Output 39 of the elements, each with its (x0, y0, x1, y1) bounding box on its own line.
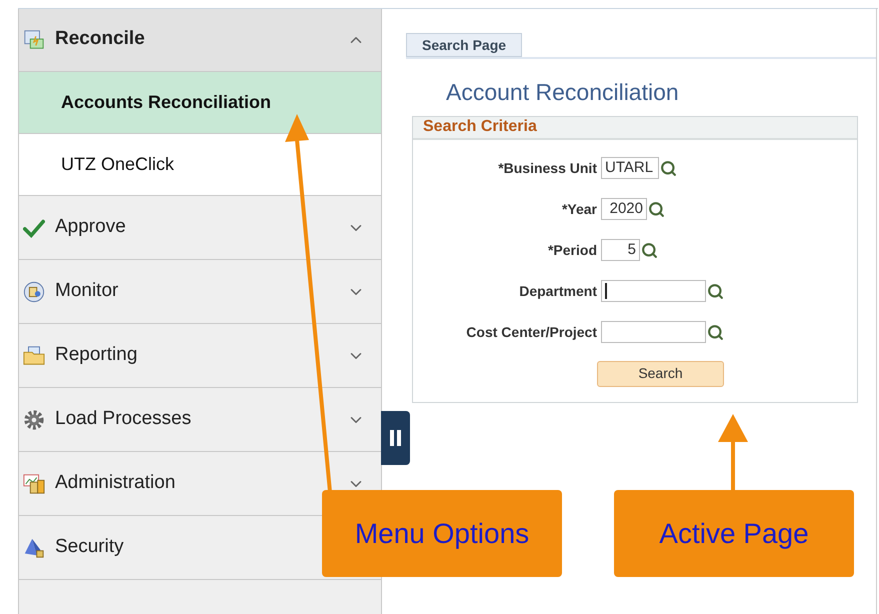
tab[interactable]: Search Page (406, 33, 522, 57)
check-icon (23, 216, 45, 238)
document-circle-icon (23, 280, 45, 302)
ledger-icon (23, 28, 45, 50)
menu-group[interactable]: Reconcile (19, 8, 381, 72)
page-title: Account Reconciliation (446, 78, 680, 107)
menu-label: Load Processes (55, 407, 192, 432)
input-field[interactable] (601, 280, 706, 302)
input-field[interactable]: UTARL (601, 157, 659, 179)
menu-label: Reconcile (55, 27, 145, 52)
input-field[interactable]: 2020 (601, 198, 647, 220)
collapse-handle[interactable] (381, 411, 410, 465)
field-label: Cost Center/Project (465, 322, 598, 342)
chart-folders-icon (23, 472, 45, 494)
search-icon[interactable] (641, 242, 658, 258)
menu-label: Security (55, 535, 124, 560)
callout-tooltip: Active Page (614, 490, 854, 577)
panel-header: Search Criteria (413, 116, 857, 140)
field-label: *Period (546, 240, 598, 260)
pyramid-lock-icon (23, 536, 45, 558)
menu-label: Reporting (55, 343, 138, 368)
menu-item[interactable]: Accounts Reconciliation (19, 72, 381, 134)
menu-label: Approve (55, 215, 126, 240)
gear-icon (23, 408, 45, 430)
search-button[interactable]: Search (597, 360, 724, 386)
search-icon[interactable] (660, 160, 677, 176)
callout-tooltip: Menu Options (322, 490, 562, 577)
menu-label: Administration (55, 471, 176, 496)
field-label: *Business Unit (497, 158, 598, 178)
input-field[interactable]: 5 (601, 239, 640, 261)
search-icon[interactable] (707, 324, 724, 340)
menu-label: Monitor (55, 279, 118, 304)
search-icon[interactable] (707, 282, 724, 300)
field-label: *Year (560, 200, 598, 218)
field-label: Department (518, 282, 598, 301)
folder-icon (23, 344, 45, 366)
menu-item[interactable]: UTZ OneClick (19, 134, 381, 196)
input-field[interactable] (601, 321, 706, 343)
search-icon[interactable] (648, 200, 665, 218)
